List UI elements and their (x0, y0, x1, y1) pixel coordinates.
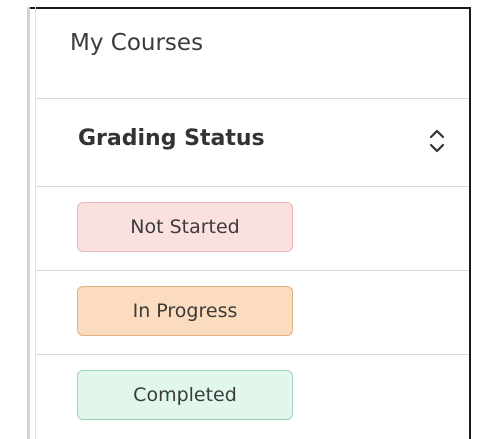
sort-updown-icon[interactable] (428, 126, 446, 156)
status-badge-in-progress: In Progress (77, 286, 293, 336)
grading-status-column-header[interactable]: Grading Status (36, 99, 469, 187)
status-badge-completed: Completed (77, 370, 293, 420)
table-row: Not Started (36, 187, 469, 271)
title-row: My Courses (36, 9, 469, 99)
left-edge-bar (27, 7, 30, 439)
status-badge-not-started: Not Started (77, 202, 293, 252)
table-row: Completed (36, 355, 469, 439)
page-title: My Courses (70, 30, 204, 56)
column-header-label: Grading Status (78, 126, 265, 151)
table-row: In Progress (36, 271, 469, 355)
